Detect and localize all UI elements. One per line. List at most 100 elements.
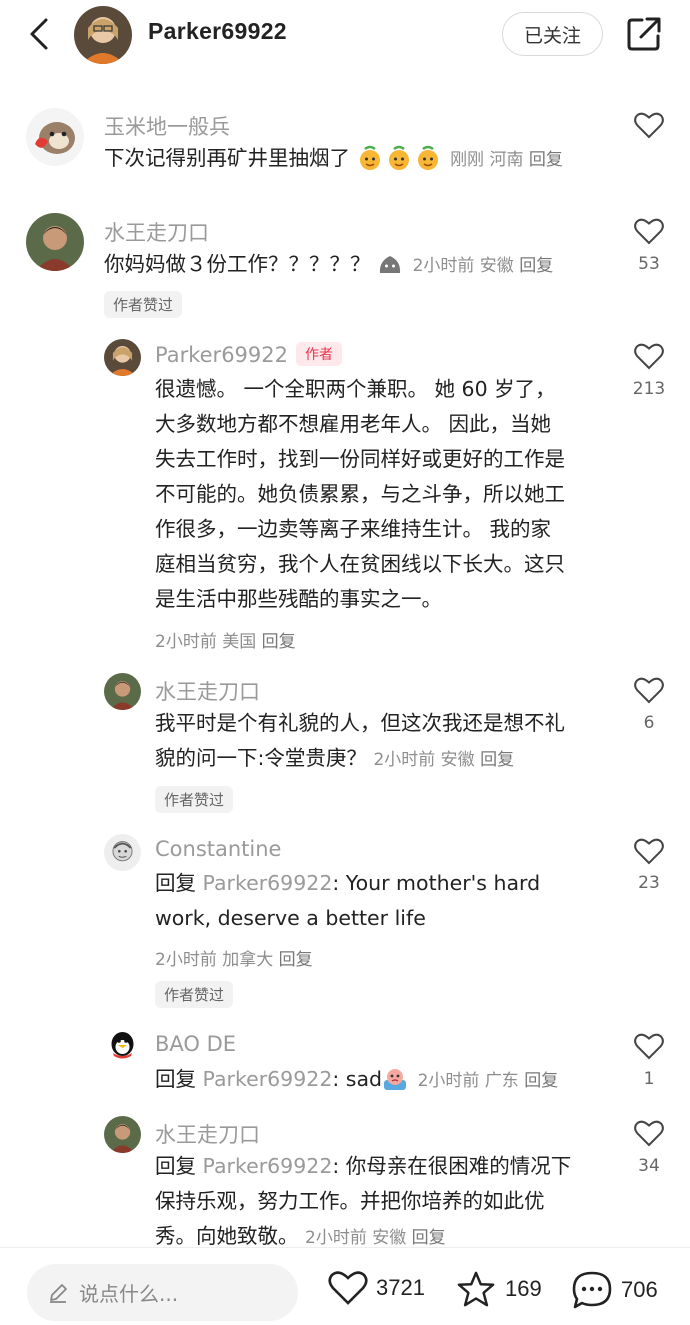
comment-bubble-icon — [572, 1271, 612, 1309]
reply-button[interactable]: 回复 — [524, 1071, 558, 1091]
comment-meta: 2小时前 安徽 回复 — [305, 1228, 446, 1248]
comment-meta: 2小时前 美国 回复 — [155, 627, 296, 652]
comment-line: 是生活中那些残酷的事实之一。 — [155, 587, 442, 611]
angel-emoji — [386, 145, 415, 170]
heart-icon[interactable] — [634, 1119, 664, 1147]
heart-icon[interactable] — [634, 837, 664, 865]
follow-button[interactable]: 已关注 — [502, 12, 603, 56]
comment-text: 回复 Parker69922: sad 2小时前 广东 回复 — [155, 1062, 558, 1099]
favorite-button[interactable]: 169 — [455, 1270, 542, 1308]
comment-line: 作很多，一边卖等离子来维持生计。 我的家 — [155, 517, 552, 541]
comment-time: 2小时前 — [412, 256, 475, 276]
comment-line: 貌的问一下:令堂贵庚？ — [155, 746, 367, 770]
comment-line: 很遗憾。 一个全职两个兼职。 她 60 岁了， — [155, 377, 556, 401]
reply-to-user[interactable]: Parker69922 — [203, 1154, 333, 1178]
comment-location: 广东 — [484, 1071, 519, 1091]
comment-text: 我平时是个有礼貌的人，但这次我还是想不礼 貌的问一下:令堂贵庚？ 2小时前 安徽… — [155, 706, 565, 778]
stone-emoji — [377, 252, 406, 276]
reply-to-user[interactable]: Parker69922 — [203, 871, 333, 895]
heart-icon — [328, 1271, 368, 1305]
like-count: 34 — [638, 1156, 660, 1176]
like-button[interactable]: 3721 — [328, 1270, 425, 1306]
commenter-name[interactable]: 玉米地一般兵 — [104, 111, 230, 141]
comment-meta: 2小时前 广东 回复 — [418, 1071, 559, 1091]
comment-body: 你妈妈做３份工作？？？？？ — [104, 252, 371, 276]
favorite-total: 169 — [505, 1276, 542, 1301]
comment-location: 美国 — [222, 632, 257, 652]
reply-button[interactable]: 回复 — [480, 750, 514, 770]
back-button[interactable] — [26, 14, 56, 54]
commenter-name[interactable]: 水王走刀口 — [104, 217, 209, 247]
comment-line: : 你母亲在很困难的情况下 — [332, 1154, 572, 1178]
chevron-left-icon — [30, 18, 48, 50]
reply-prefix: 回复 — [155, 1067, 196, 1091]
pencil-icon — [50, 1283, 67, 1303]
comment-line: 秀。向她致敬。 — [155, 1224, 299, 1248]
heart-icon[interactable] — [634, 111, 664, 139]
like-count: 53 — [638, 254, 660, 274]
reply-to-user[interactable]: Parker69922 — [203, 1067, 333, 1091]
comment-line: 大多数地方都不想雇用老年人。 因此，当她 — [155, 412, 552, 436]
comment-button[interactable]: 706 — [571, 1270, 658, 1310]
share-icon — [627, 17, 661, 51]
like-count: 23 — [638, 873, 660, 893]
comment-text: 很遗憾。 一个全职两个兼职。 她 60 岁了， 大多数地方都不想雇用老年人。 因… — [155, 372, 565, 617]
reply-button[interactable]: 回复 — [279, 950, 313, 970]
author-liked-badge: 作者赞过 — [155, 981, 234, 1008]
star-icon — [457, 1271, 495, 1307]
reply-button[interactable]: 回复 — [529, 150, 563, 170]
reply-button[interactable]: 回复 — [262, 632, 296, 652]
comment-time: 2小时前 — [373, 750, 436, 770]
angel-emoji — [415, 145, 444, 170]
commenter-avatar[interactable] — [26, 213, 84, 271]
comment-meta: 刚刚 河南 回复 — [450, 150, 563, 170]
comment-time: 2小时前 — [417, 1071, 480, 1091]
comment-text: 你妈妈做３份工作？？？？？ 2小时前 安徽 回复 — [104, 247, 553, 284]
commenter-name[interactable]: BAO DE — [155, 1032, 236, 1056]
share-button[interactable] — [624, 14, 664, 54]
commenter-avatar[interactable] — [26, 108, 84, 166]
sad-emoji — [382, 1067, 411, 1091]
commenter-username[interactable]: Parker69922 — [155, 343, 288, 367]
comment-input-placeholder: 说点什么... — [79, 1282, 179, 1306]
comment-input[interactable]: 说点什么... — [27, 1264, 298, 1321]
header-username[interactable]: Parker69922 — [148, 18, 287, 45]
commenter-name[interactable]: Parker69922 作者 — [155, 342, 342, 367]
reply-button[interactable]: 回复 — [519, 256, 553, 276]
comment-line: : Your mother's hard — [332, 871, 541, 895]
comment-time: 2小时前 — [155, 632, 217, 652]
heart-icon[interactable] — [634, 676, 664, 704]
commenter-name[interactable]: 水王走刀口 — [155, 676, 260, 706]
commenter-avatar[interactable] — [104, 673, 141, 710]
angel-emoji — [357, 145, 386, 170]
reply-button[interactable]: 回复 — [412, 1228, 446, 1248]
comment-time: 2小时前 — [305, 1228, 367, 1248]
commenter-avatar[interactable] — [104, 339, 141, 376]
heart-icon[interactable] — [634, 217, 664, 245]
commenter-avatar[interactable] — [104, 834, 141, 871]
top-bar: Parker69922 已关注 — [0, 0, 690, 70]
comment-line: 我平时是个有礼貌的人，但这次我还是想不礼 — [155, 711, 565, 735]
comment-time: 刚刚 — [450, 150, 485, 170]
comment-line: 失去工作时，找到一份同样好或更好的工作是 — [155, 447, 565, 471]
comment-line: 不可能的。她负债累累，与之斗争，所以她工 — [155, 482, 565, 506]
comment-text: 下次记得别再矿井里抽烟了 刚刚 河南 回复 — [104, 141, 563, 178]
commenter-avatar[interactable] — [104, 1116, 141, 1153]
comment-location: 安徽 — [440, 750, 475, 770]
like-count: 1 — [643, 1069, 655, 1089]
comment-meta: 2小时前 安徽 回复 — [373, 750, 514, 770]
commenter-name[interactable]: 水王走刀口 — [155, 1119, 260, 1149]
author-liked-badge: 作者赞过 — [155, 786, 234, 813]
author-liked-badge: 作者赞过 — [104, 291, 183, 318]
heart-icon[interactable] — [634, 1032, 664, 1060]
reply-prefix: 回复 — [155, 1154, 196, 1178]
comment-location: 河南 — [489, 150, 524, 170]
commenter-name[interactable]: Constantine — [155, 837, 281, 861]
comment-location: 加拿大 — [222, 950, 274, 970]
comment-location: 安徽 — [372, 1228, 407, 1248]
author-tag: 作者 — [296, 342, 342, 366]
heart-icon[interactable] — [634, 342, 664, 370]
user-avatar[interactable] — [74, 6, 132, 64]
commenter-avatar[interactable] — [104, 1029, 141, 1069]
comment-body: 下次记得别再矿井里抽烟了 — [104, 146, 350, 170]
